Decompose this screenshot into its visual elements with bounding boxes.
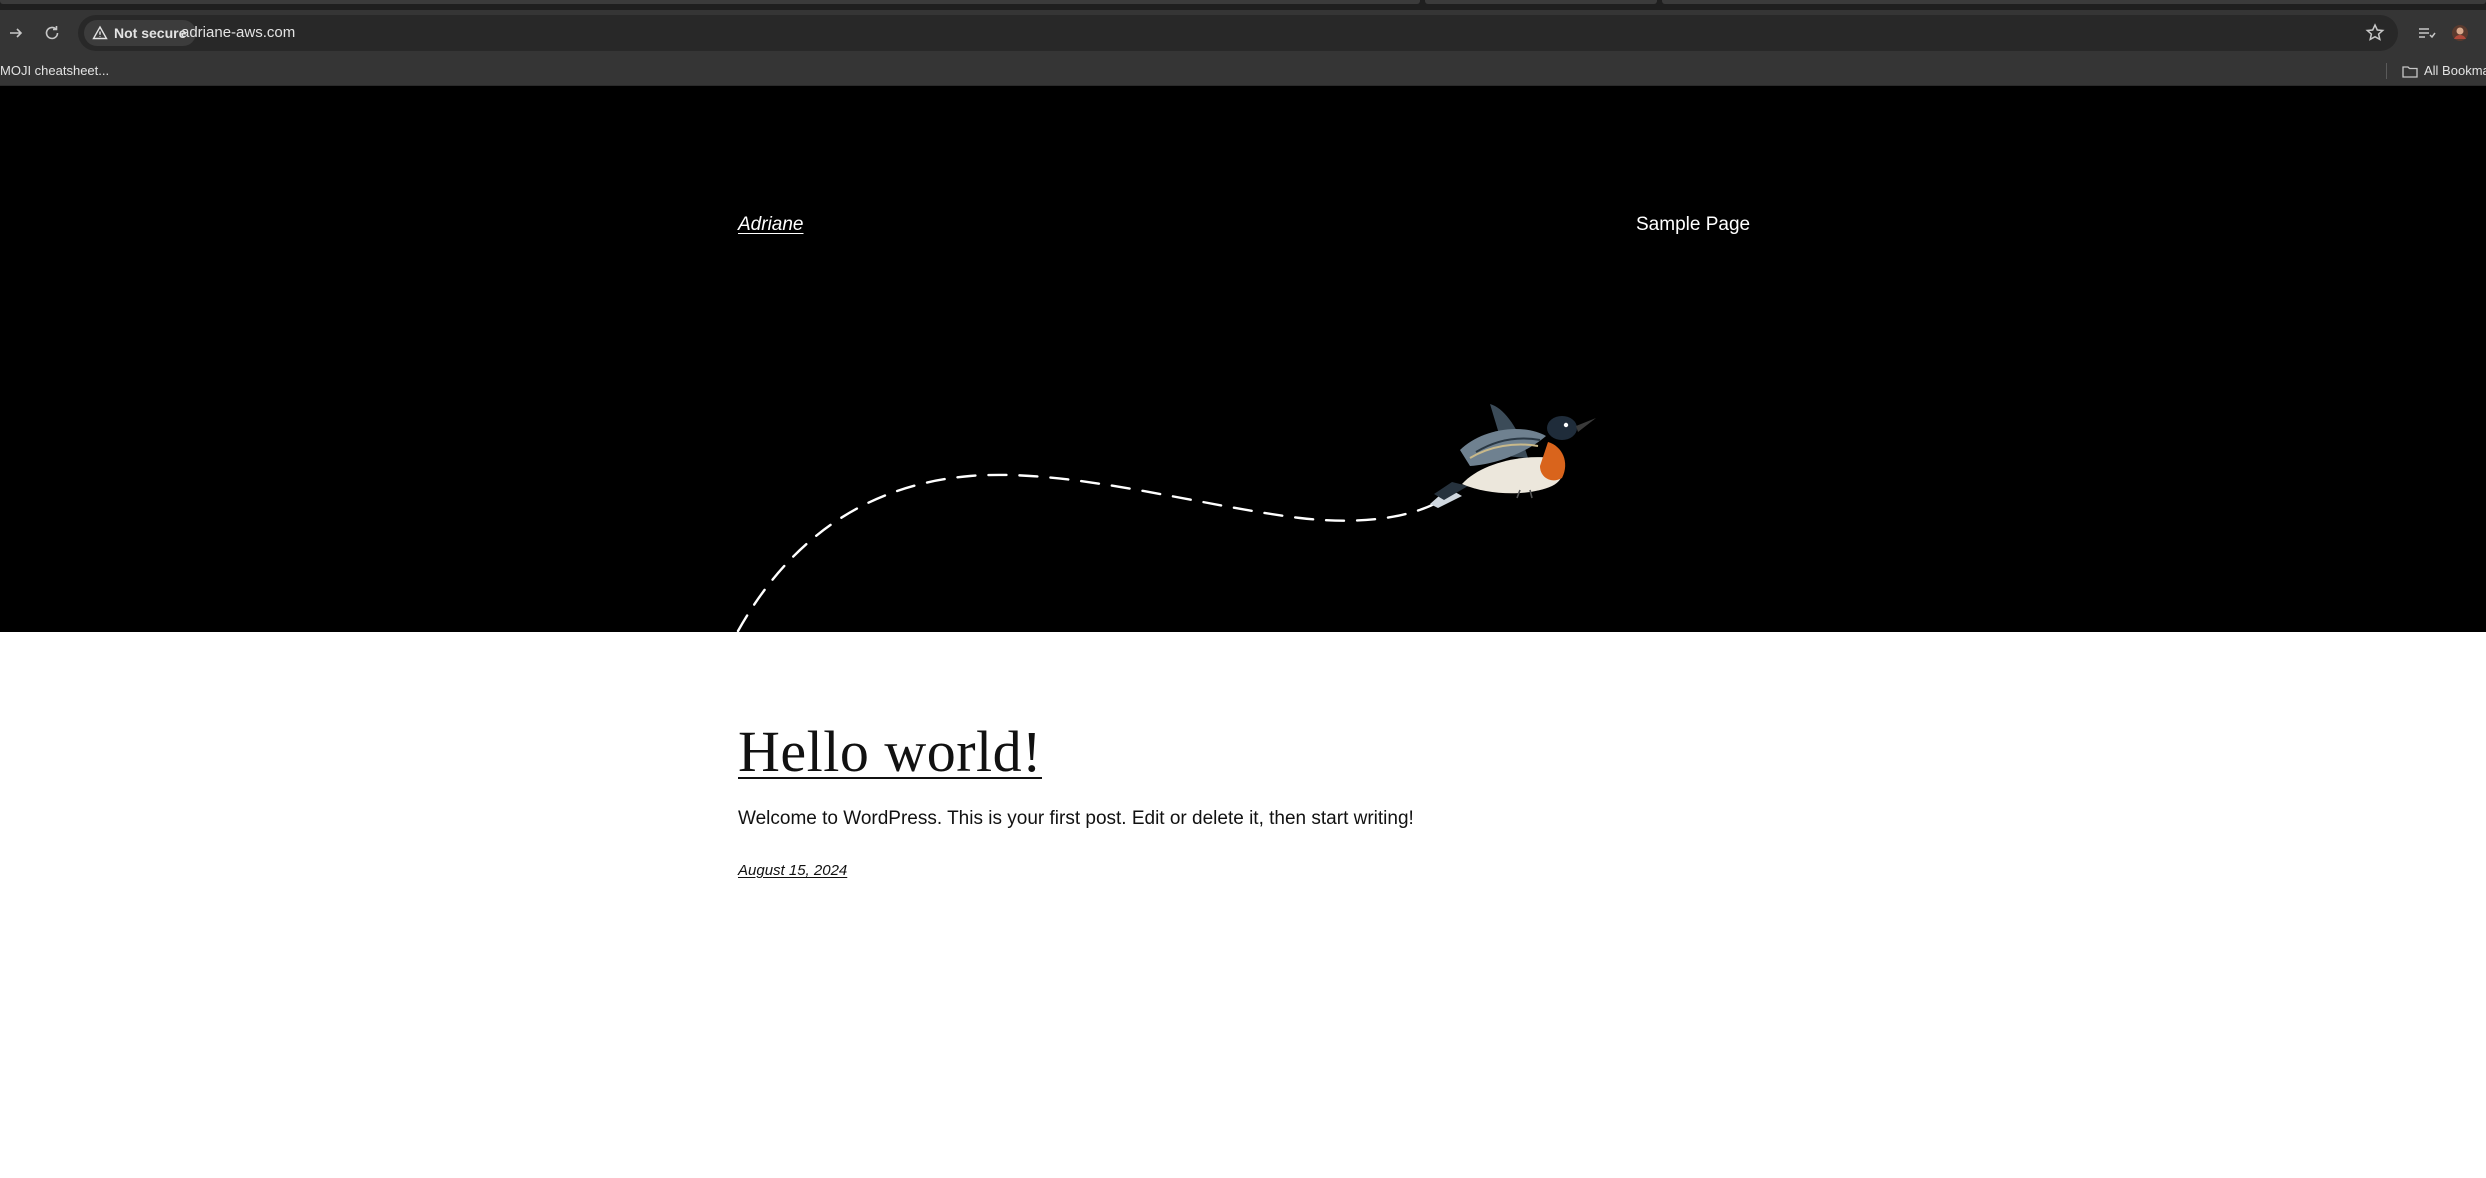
post-excerpt: Welcome to WordPress. This is your first… — [738, 808, 1414, 829]
all-bookmarks-label: All Bookma — [2424, 63, 2486, 78]
profile-avatar-button[interactable] — [2444, 17, 2476, 49]
hero-illustration — [736, 404, 1596, 632]
address-bar[interactable]: Not secure adriane-aws.com — [78, 15, 2398, 51]
bird-icon — [1430, 404, 1596, 508]
reading-list-icon — [2419, 28, 2436, 39]
tab[interactable] — [0, 0, 1420, 4]
tab-strip — [0, 0, 2486, 10]
tab[interactable] — [1662, 0, 2486, 4]
avatar-icon — [2452, 25, 2468, 41]
site-title-link[interactable]: Adriane — [738, 214, 804, 236]
nav-sample-page[interactable]: Sample Page — [1636, 214, 1750, 236]
bookmarks-bar: MOJI cheatsheet... All Bookma — [0, 56, 2486, 86]
post-date-link[interactable]: August 15, 2024 — [738, 862, 847, 879]
browser-toolbar: Not secure adriane-aws.com — [0, 10, 2486, 56]
forward-button[interactable] — [0, 17, 32, 49]
forward-arrow-icon — [10, 28, 23, 38]
folder-icon — [2402, 66, 2418, 78]
bookmarks-divider — [2386, 63, 2387, 79]
security-chip[interactable]: Not secure — [84, 20, 197, 46]
reading-list-button[interactable] — [2410, 17, 2442, 49]
flight-path — [736, 473, 1442, 632]
warning-icon — [92, 25, 108, 40]
url-text[interactable]: adriane-aws.com — [181, 15, 295, 51]
post-title-link[interactable]: Hello world! — [738, 718, 1042, 785]
bookmark-item[interactable]: MOJI cheatsheet... — [0, 56, 109, 86]
reload-icon — [45, 26, 59, 40]
site-header: Adriane Sample Page — [0, 86, 2486, 632]
bookmark-star-icon[interactable] — [2364, 22, 2386, 44]
all-bookmarks-button[interactable]: All Bookma — [2402, 56, 2486, 86]
security-label: Not secure — [114, 25, 187, 41]
tab[interactable] — [1425, 0, 1657, 4]
reload-button[interactable] — [36, 17, 68, 49]
